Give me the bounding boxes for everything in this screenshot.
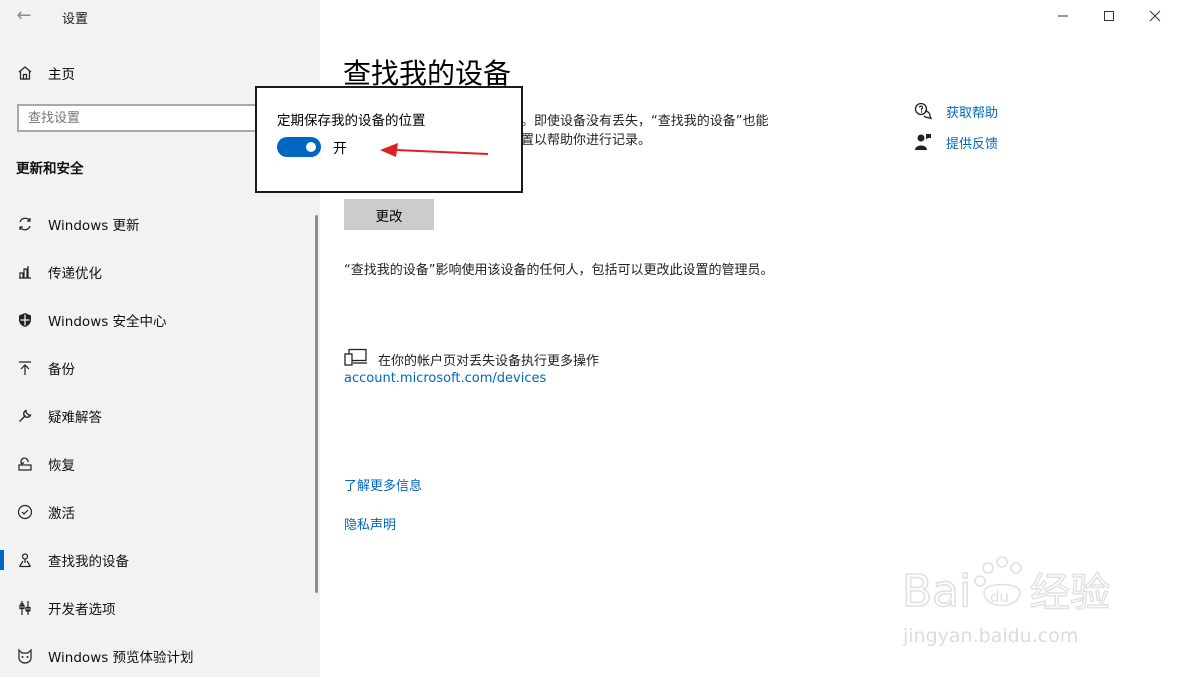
back-arrow-icon[interactable]: ← bbox=[14, 6, 34, 26]
sidebar-item-backup[interactable]: 备份 bbox=[0, 344, 312, 392]
maximize-icon bbox=[1104, 11, 1114, 21]
sidebar-item-label: 激活 bbox=[48, 506, 75, 522]
sidebar-item-label: 传递优化 bbox=[48, 266, 102, 282]
backup-arrow-icon bbox=[16, 359, 34, 377]
svg-text:Bai: Bai bbox=[902, 566, 971, 617]
minimize-icon bbox=[1058, 15, 1068, 17]
sidebar-home-label: 主页 bbox=[48, 67, 75, 83]
minimize-button[interactable] bbox=[1040, 0, 1086, 32]
svg-text:经验: 经验 bbox=[1030, 570, 1110, 616]
recovery-icon bbox=[16, 455, 34, 473]
close-icon bbox=[1149, 10, 1161, 22]
sidebar-item-recovery[interactable]: 恢复 bbox=[0, 440, 312, 488]
delivery-optimization-icon bbox=[16, 263, 34, 281]
shield-icon bbox=[16, 311, 34, 329]
help-chat-icon bbox=[913, 101, 933, 121]
home-icon bbox=[16, 65, 34, 81]
device-laptop-icon bbox=[344, 348, 368, 370]
search-input[interactable] bbox=[17, 104, 267, 132]
sidebar-item-label: 疑难解答 bbox=[48, 410, 102, 426]
sidebar-scrollbar[interactable] bbox=[315, 215, 318, 593]
sidebar-home[interactable]: 主页 bbox=[16, 62, 75, 84]
toggle-state-label: 开 bbox=[333, 141, 347, 157]
check-circle-icon bbox=[16, 503, 34, 521]
refresh-icon bbox=[16, 215, 34, 233]
popup-title: 定期保存我的设备的位置 bbox=[277, 113, 426, 129]
get-help-row[interactable]: 获取帮助 bbox=[913, 101, 998, 121]
sidebar-item-developer-options[interactable]: 开发者选项 bbox=[0, 584, 312, 632]
privacy-link[interactable]: 隐私声明 bbox=[344, 514, 396, 533]
maximize-button[interactable] bbox=[1086, 0, 1132, 32]
section-title: 更新和安全 bbox=[16, 161, 84, 177]
feedback-row[interactable]: 提供反馈 bbox=[913, 132, 998, 152]
sidebar-item-label: 查找我的设备 bbox=[48, 554, 129, 570]
sidebar-item-label: Windows 预览体验计划 bbox=[48, 650, 194, 666]
close-button[interactable] bbox=[1132, 0, 1178, 32]
wrench-icon bbox=[16, 407, 34, 425]
feedback-link[interactable]: 提供反馈 bbox=[946, 133, 998, 152]
sidebar-item-activation[interactable]: 激活 bbox=[0, 488, 312, 536]
app-title: 设置 bbox=[62, 12, 89, 27]
account-row: 在你的帐户页对丢失设备执行更多操作 bbox=[344, 348, 599, 370]
sidebar-item-windows-update[interactable]: Windows 更新 bbox=[0, 200, 312, 248]
sidebar-item-security-center[interactable]: Windows 安全中心 bbox=[0, 296, 312, 344]
sidebar-item-label: 开发者选项 bbox=[48, 602, 116, 618]
learn-more-link[interactable]: 了解更多信息 bbox=[344, 475, 422, 494]
watermark-url: jingyan.baidu.com bbox=[903, 625, 1079, 647]
sidebar-item-label: 备份 bbox=[48, 362, 75, 378]
sidebar-item-insider-program[interactable]: Windows 预览体验计划 bbox=[0, 632, 312, 680]
developer-icon bbox=[16, 599, 34, 617]
sidebar-item-troubleshoot[interactable]: 疑难解答 bbox=[0, 392, 312, 440]
feedback-person-icon bbox=[913, 132, 933, 152]
sidebar-item-label: Windows 安全中心 bbox=[48, 314, 167, 330]
change-button[interactable]: 更改 bbox=[344, 199, 434, 230]
insider-cat-icon bbox=[16, 647, 34, 665]
find-device-icon bbox=[16, 551, 34, 569]
sidebar-item-find-my-device[interactable]: 查找我的设备 bbox=[0, 536, 312, 584]
sidebar-item-label: 恢复 bbox=[48, 458, 75, 474]
account-label: 在你的帐户页对丢失设备执行更多操作 bbox=[378, 353, 600, 369]
get-help-link[interactable]: 获取帮助 bbox=[946, 102, 998, 121]
sidebar-item-label: Windows 更新 bbox=[48, 218, 140, 234]
svg-text:du: du bbox=[990, 588, 1009, 606]
affect-text: “查找我的设备”影响使用该设备的任何人，包括可以更改此设置的管理员。 bbox=[344, 263, 774, 278]
baidu-watermark-logo: Bai du 经验 bbox=[901, 556, 1111, 618]
sidebar-item-delivery-optimization[interactable]: 传递优化 bbox=[0, 248, 312, 296]
annotation-arrow-icon bbox=[380, 143, 489, 157]
account-devices-link[interactable]: account.microsoft.com/devices bbox=[344, 371, 546, 386]
location-toggle[interactable] bbox=[277, 137, 321, 157]
toggle-knob bbox=[306, 142, 316, 152]
window-controls bbox=[1040, 0, 1178, 32]
